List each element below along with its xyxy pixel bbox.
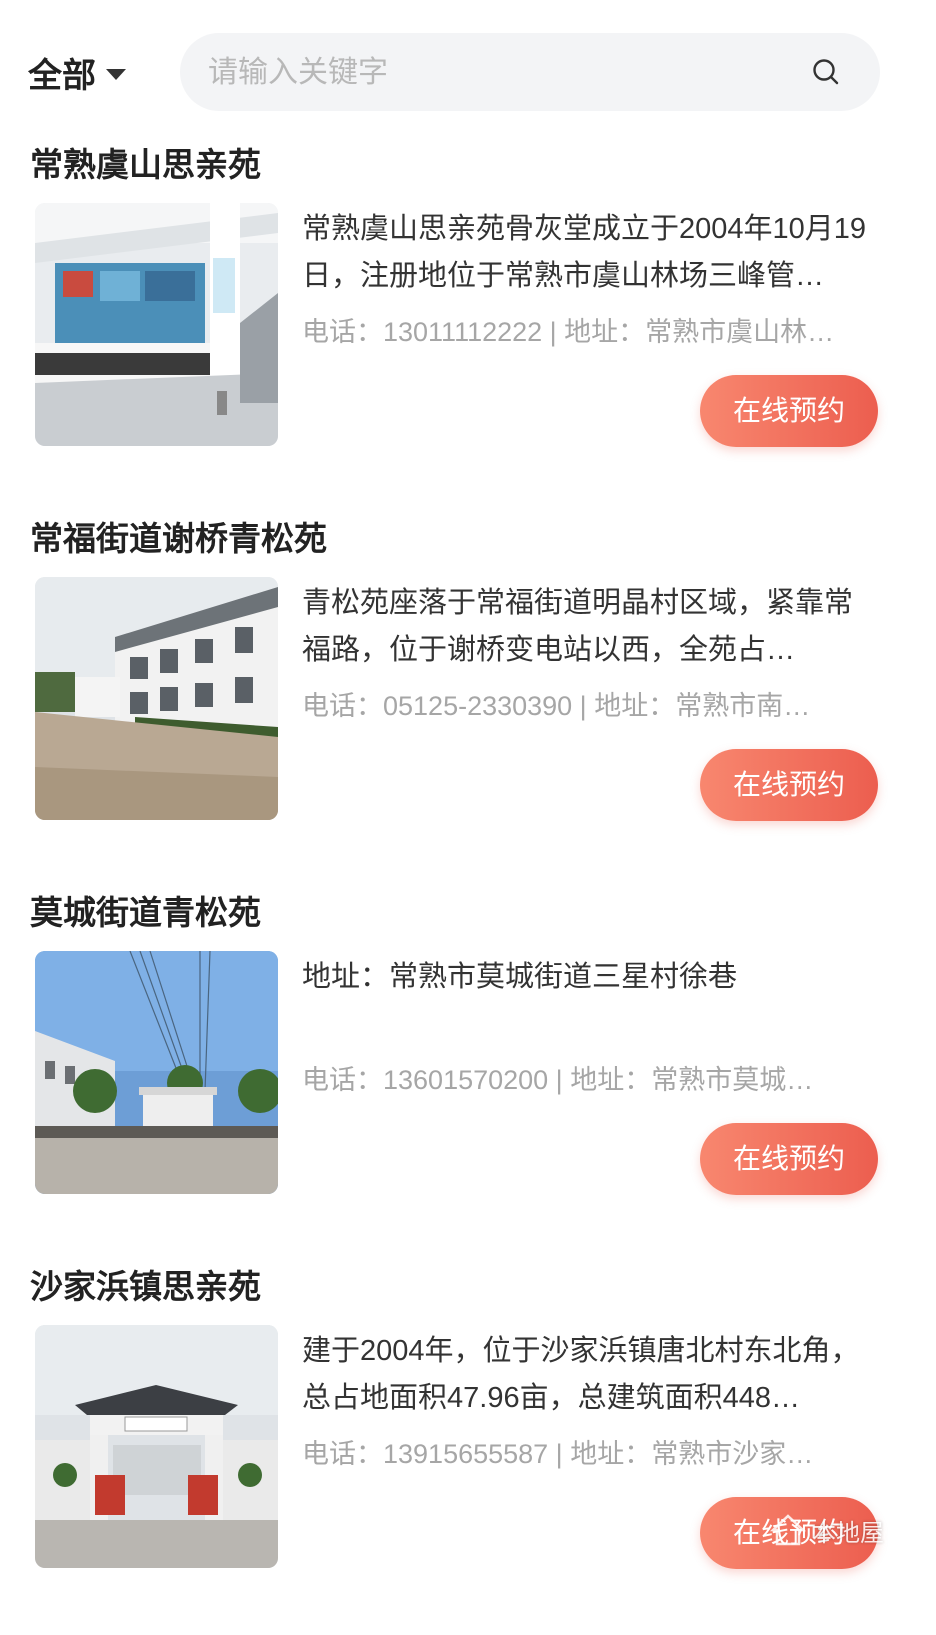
cemetery-card[interactable]: 常福街道谢桥青松苑 青松苑座落于常福街道明晶村区域，紧靠常福路，位于谢桥变电站以… — [0, 512, 936, 887]
cemetery-card[interactable]: 常熟虞山思亲苑 常熟虞山思亲苑骨灰堂成立于2004年10月19日，注册地位于常熟… — [0, 138, 936, 513]
cemetery-card[interactable]: 莫城街道青松苑 地址：常熟市莫城街道三星村徐巷 电话：13601570200 |… — [0, 886, 936, 1261]
gate-house-photo[interactable] — [35, 951, 278, 1194]
card-title: 常熟虞山思亲苑 — [30, 146, 261, 183]
card-description: 地址：常熟市莫城街道三星村徐巷 — [302, 961, 738, 993]
cemetery-card[interactable]: 沙家浜镇思亲苑 建于2004年，位于沙家浜镇唐北村东北角，总占地面积47.96亩… — [0, 1260, 936, 1635]
caret-down-icon — [106, 69, 126, 80]
house-icon — [770, 1514, 806, 1546]
card-description: 青松苑座落于常福街道明晶村区域，紧靠常福路，位于谢桥变电站以西，全苑占… — [302, 587, 854, 666]
search-input[interactable] — [206, 33, 790, 113]
category-filter-label: 全部 — [28, 57, 96, 95]
watermark-text: 本地屋 — [812, 1519, 884, 1547]
service-hall-photo[interactable] — [35, 203, 278, 446]
search-icon[interactable] — [812, 58, 840, 86]
card-description: 建于2004年，位于沙家浜镇唐北村东北角，总占地面积47.96亩，总建筑面积44… — [302, 1335, 860, 1414]
book-online-button[interactable]: 在线预约 — [700, 375, 878, 447]
category-filter-dropdown[interactable]: 全部 — [28, 48, 126, 97]
book-online-button[interactable]: 在线预约 — [700, 1123, 878, 1195]
card-contact-info: 电话：13011112222 | 地址：常熟市虞山林… — [302, 317, 835, 347]
search-box — [180, 33, 880, 113]
card-title: 沙家浜镇思亲苑 — [30, 1268, 261, 1305]
card-title: 常福街道谢桥青松苑 — [30, 520, 327, 557]
entrance-gate-photo[interactable] — [35, 1325, 278, 1568]
card-contact-info: 电话：05125-2330390 | 地址：常熟市南… — [302, 691, 811, 721]
book-online-button[interactable]: 在线预约 — [700, 749, 878, 821]
card-contact-info: 电话：13915655587 | 地址：常熟市沙家… — [302, 1439, 814, 1469]
watermark-logo: 本地屋 — [770, 1500, 910, 1560]
card-title: 莫城街道青松苑 — [30, 894, 261, 931]
building-exterior-photo[interactable] — [35, 577, 278, 820]
card-description: 常熟虞山思亲苑骨灰堂成立于2004年10月19日，注册地位于常熟市虞山林场三峰管… — [302, 213, 867, 292]
top-bar: 全部 — [0, 0, 936, 120]
card-contact-info: 电话：13601570200 | 地址：常熟市莫城… — [302, 1065, 814, 1095]
